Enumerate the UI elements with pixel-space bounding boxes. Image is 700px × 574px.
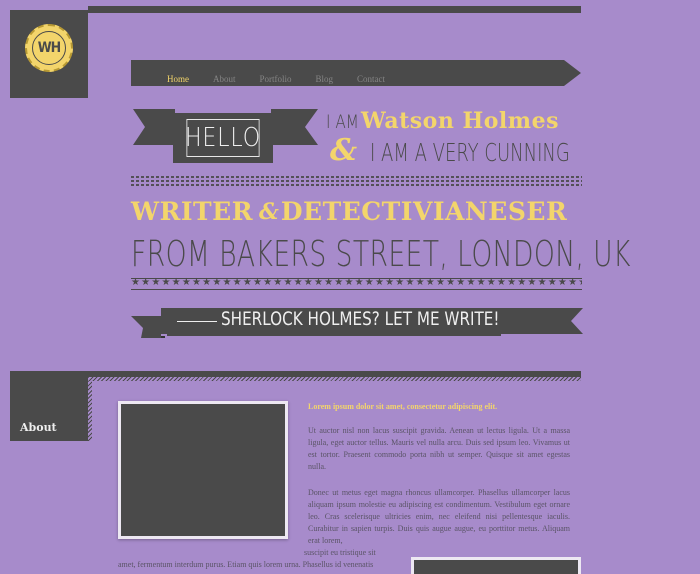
hello-banner: HELLO xyxy=(133,107,318,165)
writer-line: WRITER & DETECTIVIANESER xyxy=(131,197,582,226)
hello-text: HELLO xyxy=(185,119,260,157)
hero-cunning: I AM A VERY CUNNING xyxy=(370,138,570,167)
nav-blog[interactable]: Blog xyxy=(316,74,334,84)
about-paragraph-1: Ut auctor nisl non lacus suscipit gravid… xyxy=(308,426,570,471)
nav-portfolio[interactable]: Portfolio xyxy=(260,74,292,84)
logo-box[interactable]: WH xyxy=(10,10,88,98)
nav-home[interactable]: Home xyxy=(167,74,189,84)
about-heading: About xyxy=(20,421,57,434)
writer-ampersand: & xyxy=(258,198,279,225)
nav-contact[interactable]: Contact xyxy=(357,74,385,84)
sherlock-tagline: SHERLOCK HOLMES? LET ME WRITE! xyxy=(221,308,500,330)
top-rule xyxy=(88,6,581,13)
stars-divider: ★★★★★★★★★★★★★★★★★★★★★★★★★★★★★★★★★★★★★★★★… xyxy=(131,277,582,290)
logo-badge: WH xyxy=(25,24,73,72)
hello-box: HELLO xyxy=(173,113,273,163)
decorative-text-band xyxy=(131,176,582,186)
about-paragraph-2: Donec ut metus eget magna rhoncus ullamc… xyxy=(308,488,570,545)
i-am-label: I AM xyxy=(326,111,359,133)
about-wrap-line-1: suscipit eu tristique sit xyxy=(304,548,376,557)
sherlock-ribbon: SHERLOCK HOLMES? LET ME WRITE! xyxy=(131,306,583,340)
about-lede: Lorem ipsum dolor sit amet, consectetur … xyxy=(308,402,498,411)
hero-writer: WRITER xyxy=(131,197,253,226)
hero-name: Watson Holmes xyxy=(361,108,559,134)
nav-menu: Home About Portfolio Blog Contact xyxy=(167,74,409,84)
stars-rule-bottom xyxy=(131,289,582,290)
hero-ampersand: & xyxy=(330,133,358,168)
logo-initials: WH xyxy=(32,31,66,65)
about-wrap-line-2: amet, fermentum interdum purus. Etiam qu… xyxy=(118,560,374,569)
hero-detective: DETECTIVIANESER xyxy=(280,197,568,226)
sherlock-dash xyxy=(177,321,217,322)
about-hatch xyxy=(88,377,581,381)
about-photo xyxy=(118,401,288,539)
nav-ribbon: Home About Portfolio Blog Contact xyxy=(131,60,581,86)
i-am-line: I AM Watson Holmes xyxy=(326,108,581,136)
stars-row: ★★★★★★★★★★★★★★★★★★★★★★★★★★★★★★★★★★★★★★★★… xyxy=(131,277,582,288)
about-photo-secondary xyxy=(411,557,581,574)
hero-location: FROM BAKERS STREET, LONDON, UK xyxy=(131,234,631,275)
about-hatch-side xyxy=(88,381,92,441)
nav-about[interactable]: About xyxy=(213,74,236,84)
